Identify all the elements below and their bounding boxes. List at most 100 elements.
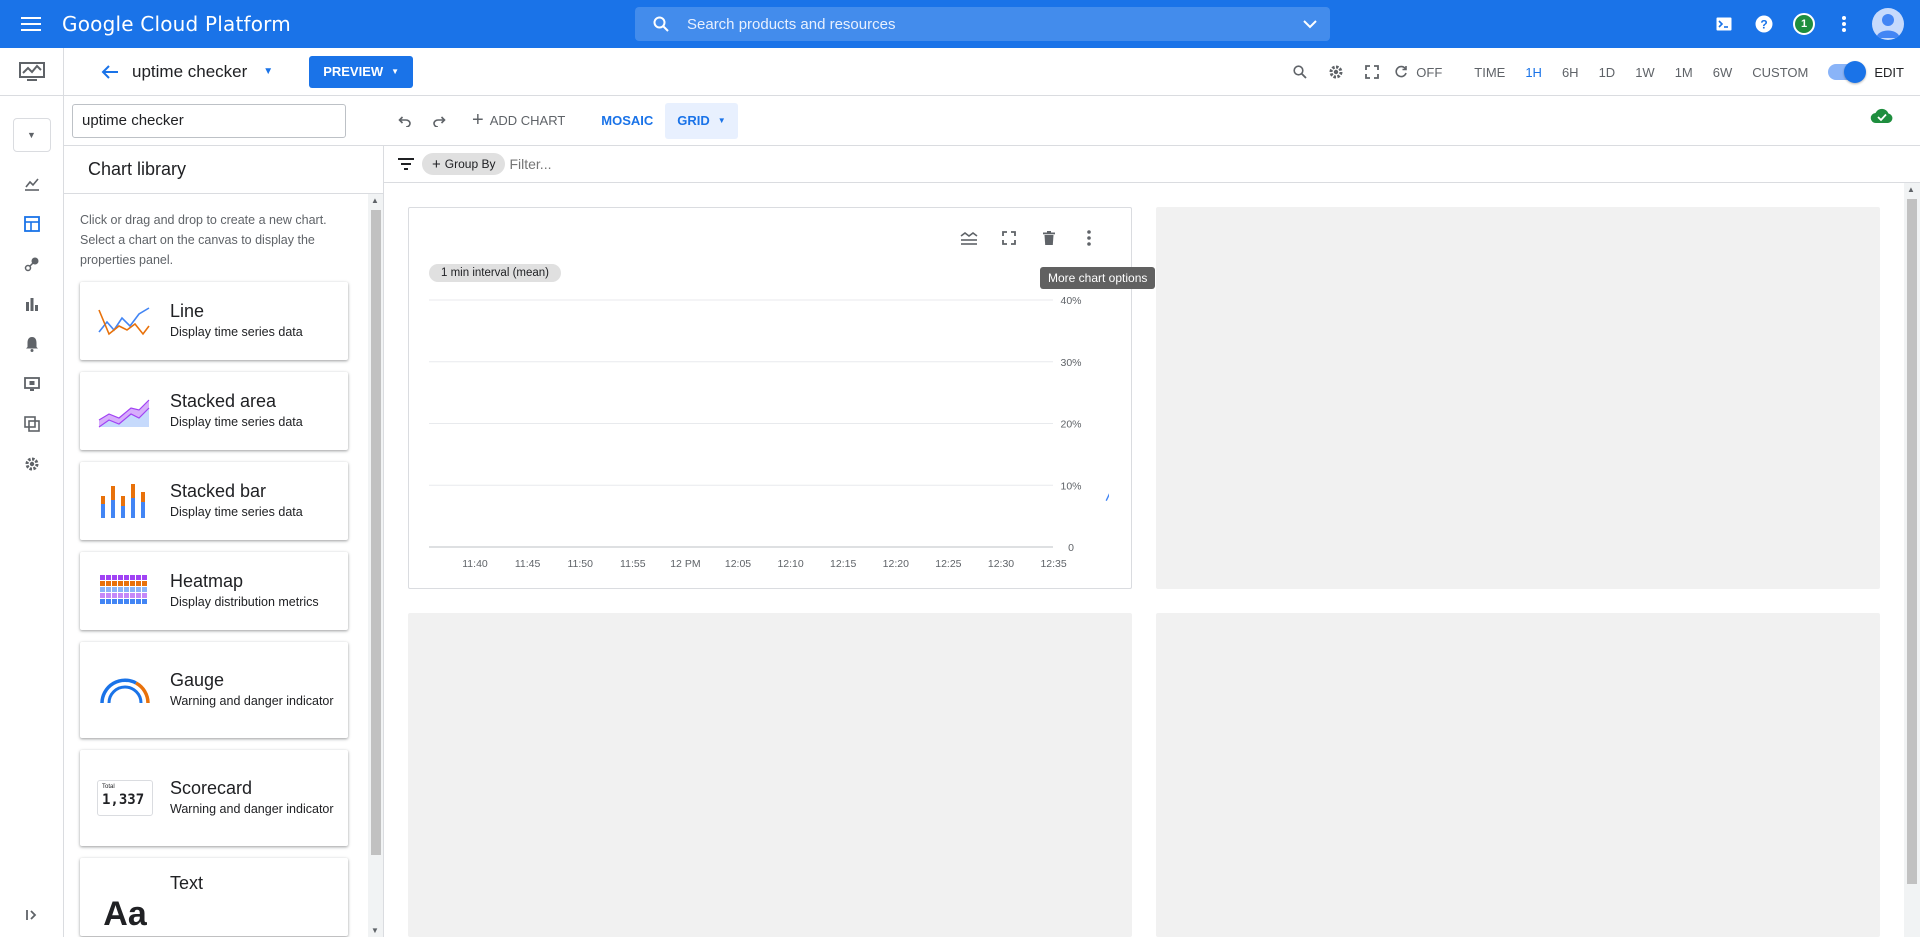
help-icon[interactable]: ? <box>1744 0 1784 48</box>
chart-card-text[interactable]: Aa Text <box>80 858 348 936</box>
fullscreen-icon[interactable] <box>1354 65 1390 79</box>
canvas-scrollbar[interactable]: ▲ <box>1904 183 1920 937</box>
time-range-6w[interactable]: 6W <box>1703 65 1743 80</box>
chart-card-name: Stacked area <box>170 391 277 411</box>
heatmap-thumb-cell <box>130 575 135 580</box>
dashboard-toolbar: + ADD CHART MOSAIC GRID ▼ <box>64 96 1920 146</box>
delete-trash-icon[interactable] <box>1029 226 1069 250</box>
more-vert-icon[interactable] <box>1824 0 1864 48</box>
x-tick-label: 12:25 <box>935 558 961 570</box>
x-tick-label: 12:15 <box>830 558 856 570</box>
auto-refresh-toggle[interactable]: OFF <box>1412 65 1452 80</box>
legend-toggle-icon[interactable] <box>949 226 989 250</box>
heatmap-thumb-cell <box>136 599 141 604</box>
nav-services-icon[interactable] <box>0 244 63 284</box>
x-tick-label: 12:20 <box>883 558 909 570</box>
chart-card-scorecard[interactable]: Total 1,337 Scorecard Warning and danger… <box>80 750 348 846</box>
library-scrollbar[interactable]: ▲ ▼ <box>368 194 383 937</box>
more-chart-options-icon[interactable] <box>1069 226 1109 250</box>
zoom-search-icon[interactable] <box>1282 65 1318 79</box>
chart-card-desc: Warning and danger indicator <box>170 694 334 708</box>
scrollbar-thumb[interactable] <box>1907 199 1917 884</box>
series-line <box>1105 493 1109 502</box>
expand-rail-icon[interactable] <box>0 909 64 921</box>
chart-widget[interactable]: 1 min interval (mean) 0 10% 20% 30% 40% 11:40… <box>408 207 1132 589</box>
brand-title[interactable]: Google Cloud Platform <box>62 12 291 36</box>
y-tick-label: 30% <box>1060 357 1081 369</box>
heatmap-thumb-cell <box>106 599 111 604</box>
heatmap-thumb-cell <box>100 575 105 580</box>
hamburger-menu-icon[interactable] <box>0 16 62 32</box>
empty-grid-cell[interactable] <box>1156 613 1880 937</box>
dashboard-name-input[interactable] <box>72 103 346 138</box>
time-range-1w[interactable]: 1W <box>1625 65 1665 80</box>
heatmap-thumb-cell <box>100 599 105 604</box>
nav-uptime-checks-icon[interactable] <box>0 284 63 324</box>
heatmap-thumb-cell <box>112 575 117 580</box>
add-chart-button[interactable]: + ADD CHART <box>472 109 565 132</box>
time-label: TIME <box>1474 64 1506 80</box>
chart-card-line[interactable]: Line Display time series data <box>80 282 348 360</box>
chart-card-name: Heatmap <box>170 571 244 591</box>
time-range-6h[interactable]: 6H <box>1552 65 1589 80</box>
chart-card-name: Text <box>170 873 204 893</box>
scroll-up-arrow-icon[interactable]: ▲ <box>1907 185 1915 194</box>
add-chart-label: ADD CHART <box>489 113 566 128</box>
notifications-badge[interactable]: 1 <box>1784 0 1824 48</box>
filter-bar: + Group By <box>384 146 1920 183</box>
search-icon <box>635 16 687 32</box>
scroll-up-arrow-icon[interactable]: ▲ <box>371 196 379 205</box>
settings-gear-icon[interactable] <box>1318 64 1354 80</box>
fullscreen-icon[interactable] <box>989 226 1029 250</box>
dashboard-picker-caret-icon[interactable]: ▼ <box>263 66 273 77</box>
nav-settings-gear-icon[interactable] <box>0 444 63 484</box>
monitoring-logo-icon[interactable] <box>0 48 63 96</box>
x-tick-label: 11:45 <box>515 558 541 570</box>
nav-dashboards-icon[interactable] <box>0 204 63 244</box>
empty-grid-cell[interactable] <box>1156 207 1880 589</box>
heatmap-thumb-cell <box>124 581 129 586</box>
project-dropdown[interactable]: ▼ <box>12 118 51 152</box>
empty-grid-cell[interactable] <box>408 613 1132 937</box>
heatmap-thumb-cell <box>118 593 123 598</box>
chart-card-gauge[interactable]: Gauge Warning and danger indicator <box>80 642 348 738</box>
group-by-chip[interactable]: + Group By <box>422 153 506 175</box>
heatmap-thumb-cell <box>142 575 147 580</box>
filter-list-icon[interactable] <box>390 158 422 170</box>
grid-layout-button[interactable]: GRID ▼ <box>665 102 738 139</box>
heatmap-thumb-cell <box>124 575 129 580</box>
chevron-down-icon[interactable] <box>1290 19 1330 29</box>
chart-card-heatmap[interactable]: Heatmap Display distribution metrics <box>80 552 348 630</box>
filter-input[interactable] <box>509 156 810 172</box>
time-range-1h[interactable]: 1H <box>1515 65 1552 80</box>
avatar[interactable] <box>1872 8 1904 40</box>
undo-icon[interactable] <box>386 115 422 127</box>
time-range-1m[interactable]: 1M <box>1665 65 1703 80</box>
nav-alerting-bell-icon[interactable] <box>0 324 63 364</box>
redo-icon[interactable] <box>422 115 458 127</box>
chart-card-desc: Display distribution metrics <box>170 595 319 609</box>
chart-card-stacked-area[interactable]: Stacked area Display time series data <box>80 372 348 450</box>
edit-mode-toggle[interactable] <box>1828 61 1867 83</box>
auto-refresh-icon[interactable] <box>1390 65 1412 79</box>
heatmap-thumb-cell <box>136 587 141 592</box>
scroll-down-arrow-icon[interactable]: ▼ <box>371 926 379 935</box>
heatmap-thumb-cell <box>118 575 123 580</box>
chart-card-desc: Display time series data <box>170 325 303 339</box>
caret-down-icon: ▼ <box>391 67 400 76</box>
preview-button[interactable]: PREVIEW ▼ <box>309 55 414 88</box>
time-range-custom[interactable]: CUSTOM <box>1742 65 1818 80</box>
mosaic-layout-button[interactable]: MOSAIC <box>601 113 653 128</box>
nav-groups-icon[interactable] <box>0 404 63 444</box>
x-tick-label: 12:05 <box>725 558 751 570</box>
chart-card-stacked-bar[interactable]: Stacked bar Display time series data <box>80 462 348 540</box>
cloud-shell-icon[interactable] <box>1704 0 1744 48</box>
line-chart-thumb-icon <box>80 304 170 338</box>
search-bar[interactable]: Search products and resources <box>635 7 1330 41</box>
scrollbar-thumb[interactable] <box>371 210 381 855</box>
nav-metrics-explorer-icon[interactable] <box>0 164 63 204</box>
time-range-1d[interactable]: 1D <box>1589 65 1626 80</box>
back-arrow-icon[interactable] <box>88 64 132 80</box>
nav-monitor-icon[interactable] <box>0 364 63 404</box>
chart-card-name: Scorecard <box>170 778 253 798</box>
